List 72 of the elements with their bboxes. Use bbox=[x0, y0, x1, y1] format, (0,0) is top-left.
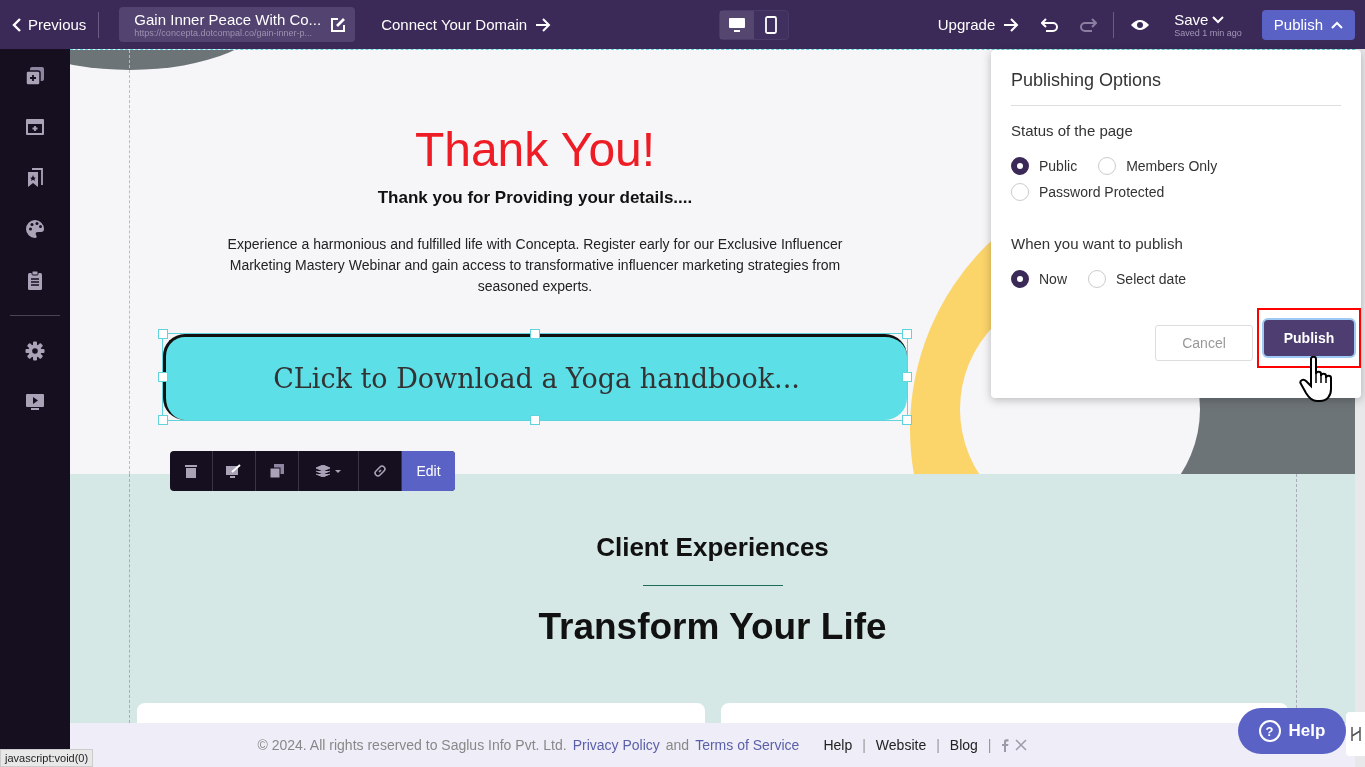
collapse-tab[interactable] bbox=[1346, 712, 1365, 756]
when-label: When you want to publish bbox=[1011, 235, 1184, 252]
page-title: Gain Inner Peace With Co... bbox=[134, 11, 322, 28]
palette-icon[interactable] bbox=[25, 219, 45, 239]
upgrade-link[interactable]: Upgrade bbox=[931, 16, 1026, 33]
saved-status: Saved 1 min ago bbox=[1174, 28, 1242, 38]
chevron-left-icon bbox=[12, 16, 22, 33]
edit-button[interactable]: Edit bbox=[402, 451, 455, 491]
link-icon bbox=[373, 464, 387, 478]
previous-button[interactable]: Previous bbox=[12, 16, 87, 33]
undo-icon[interactable] bbox=[1041, 17, 1060, 32]
separator: | bbox=[987, 737, 992, 753]
arrow-right-icon bbox=[535, 17, 552, 32]
resize-handle[interactable] bbox=[530, 329, 540, 339]
status-url: javascript:void(0) bbox=[0, 749, 94, 767]
resize-handle[interactable] bbox=[902, 415, 912, 425]
resize-handle[interactable] bbox=[902, 329, 912, 339]
resize-handle[interactable] bbox=[158, 372, 168, 382]
status-radio[interactable]: Public bbox=[1011, 157, 1078, 175]
chevron-up-icon bbox=[1331, 20, 1343, 29]
add-page-icon[interactable] bbox=[25, 66, 45, 86]
resize-handle[interactable] bbox=[158, 415, 168, 425]
settings-icon[interactable] bbox=[25, 341, 45, 361]
save-button[interactable]: Save bbox=[1174, 11, 1242, 28]
copyright-text: © 2024. All rights reserved to Saglus Info Pvt. Ltd. bbox=[257, 737, 567, 753]
resize-handle[interactable] bbox=[902, 372, 912, 382]
monitor-brush-icon bbox=[226, 464, 242, 478]
help-button[interactable]: ? Help bbox=[1238, 708, 1346, 754]
clipboard-icon[interactable] bbox=[26, 270, 44, 290]
footer-link[interactable]: Help bbox=[823, 737, 853, 753]
arrow-right-icon bbox=[1003, 17, 1020, 32]
desktop-icon bbox=[728, 16, 747, 33]
monitor-play-icon[interactable] bbox=[25, 392, 45, 412]
and-text: and bbox=[665, 737, 690, 753]
separator: | bbox=[936, 737, 940, 753]
collapse-icon bbox=[1350, 726, 1361, 742]
schedule-radio[interactable]: Now bbox=[1011, 270, 1067, 288]
trash-icon bbox=[185, 464, 197, 478]
connect-domain-link[interactable]: Connect Your Domain bbox=[375, 16, 558, 33]
terms-link[interactable]: Terms of Service bbox=[695, 737, 800, 753]
separator: | bbox=[862, 737, 866, 753]
download-handbook-button[interactable]: CLick to Download a Yoga handbook... bbox=[163, 334, 907, 420]
thank-you-heading: Thank You! bbox=[414, 122, 656, 178]
layers-icon bbox=[315, 465, 342, 477]
chevron-down-icon bbox=[1212, 15, 1225, 24]
status-radio[interactable]: Members Only bbox=[1098, 157, 1218, 175]
preview-eye-icon[interactable] bbox=[1130, 17, 1151, 32]
page-url: https://concepta.dotcompal.co/gain-inner-p... bbox=[134, 28, 313, 38]
status-radio[interactable]: Password Protected bbox=[1011, 183, 1165, 201]
section-title: Client Experiences bbox=[596, 532, 829, 563]
publish-confirm-button[interactable]: Publish bbox=[1264, 320, 1354, 356]
page-title-field[interactable]: Gain Inner Peace With Co... https://concepta.dotcompal.co/gain-inner-p... bbox=[119, 7, 356, 42]
status-label: Status of the page bbox=[1011, 122, 1134, 139]
copy-icon bbox=[270, 464, 284, 478]
help-icon: ? bbox=[1258, 720, 1281, 742]
panel-title: Publishing Options bbox=[1011, 70, 1341, 106]
schedule-radio[interactable]: Select date bbox=[1088, 270, 1187, 288]
edit-icon[interactable] bbox=[329, 15, 348, 34]
section-heading: Transform Your Life bbox=[538, 606, 887, 648]
footer-link[interactable]: Website bbox=[875, 737, 927, 753]
desktop-view-button[interactable] bbox=[720, 10, 755, 39]
intro-paragraph: Experience a harmonious and fulfilled life with Concepta. Register early for our Exclusive Influencer Marketing Mastery Webinar and gain access to transformative influencer marketing strategies from seasoned experts. bbox=[226, 235, 844, 296]
privacy-policy-link[interactable]: Privacy Policy bbox=[572, 737, 660, 753]
resize-handle[interactable] bbox=[530, 415, 540, 425]
publish-button[interactable]: Publish bbox=[1261, 9, 1355, 40]
add-section-icon[interactable] bbox=[25, 117, 45, 137]
resize-handle[interactable] bbox=[158, 329, 168, 339]
subheading: Thank you for Providing your details.... bbox=[377, 188, 693, 208]
mobile-icon bbox=[765, 15, 778, 34]
bookmark-star-icon[interactable] bbox=[25, 168, 45, 188]
footer-link[interactable]: Blog bbox=[949, 737, 978, 753]
redo-icon[interactable] bbox=[1079, 17, 1098, 32]
